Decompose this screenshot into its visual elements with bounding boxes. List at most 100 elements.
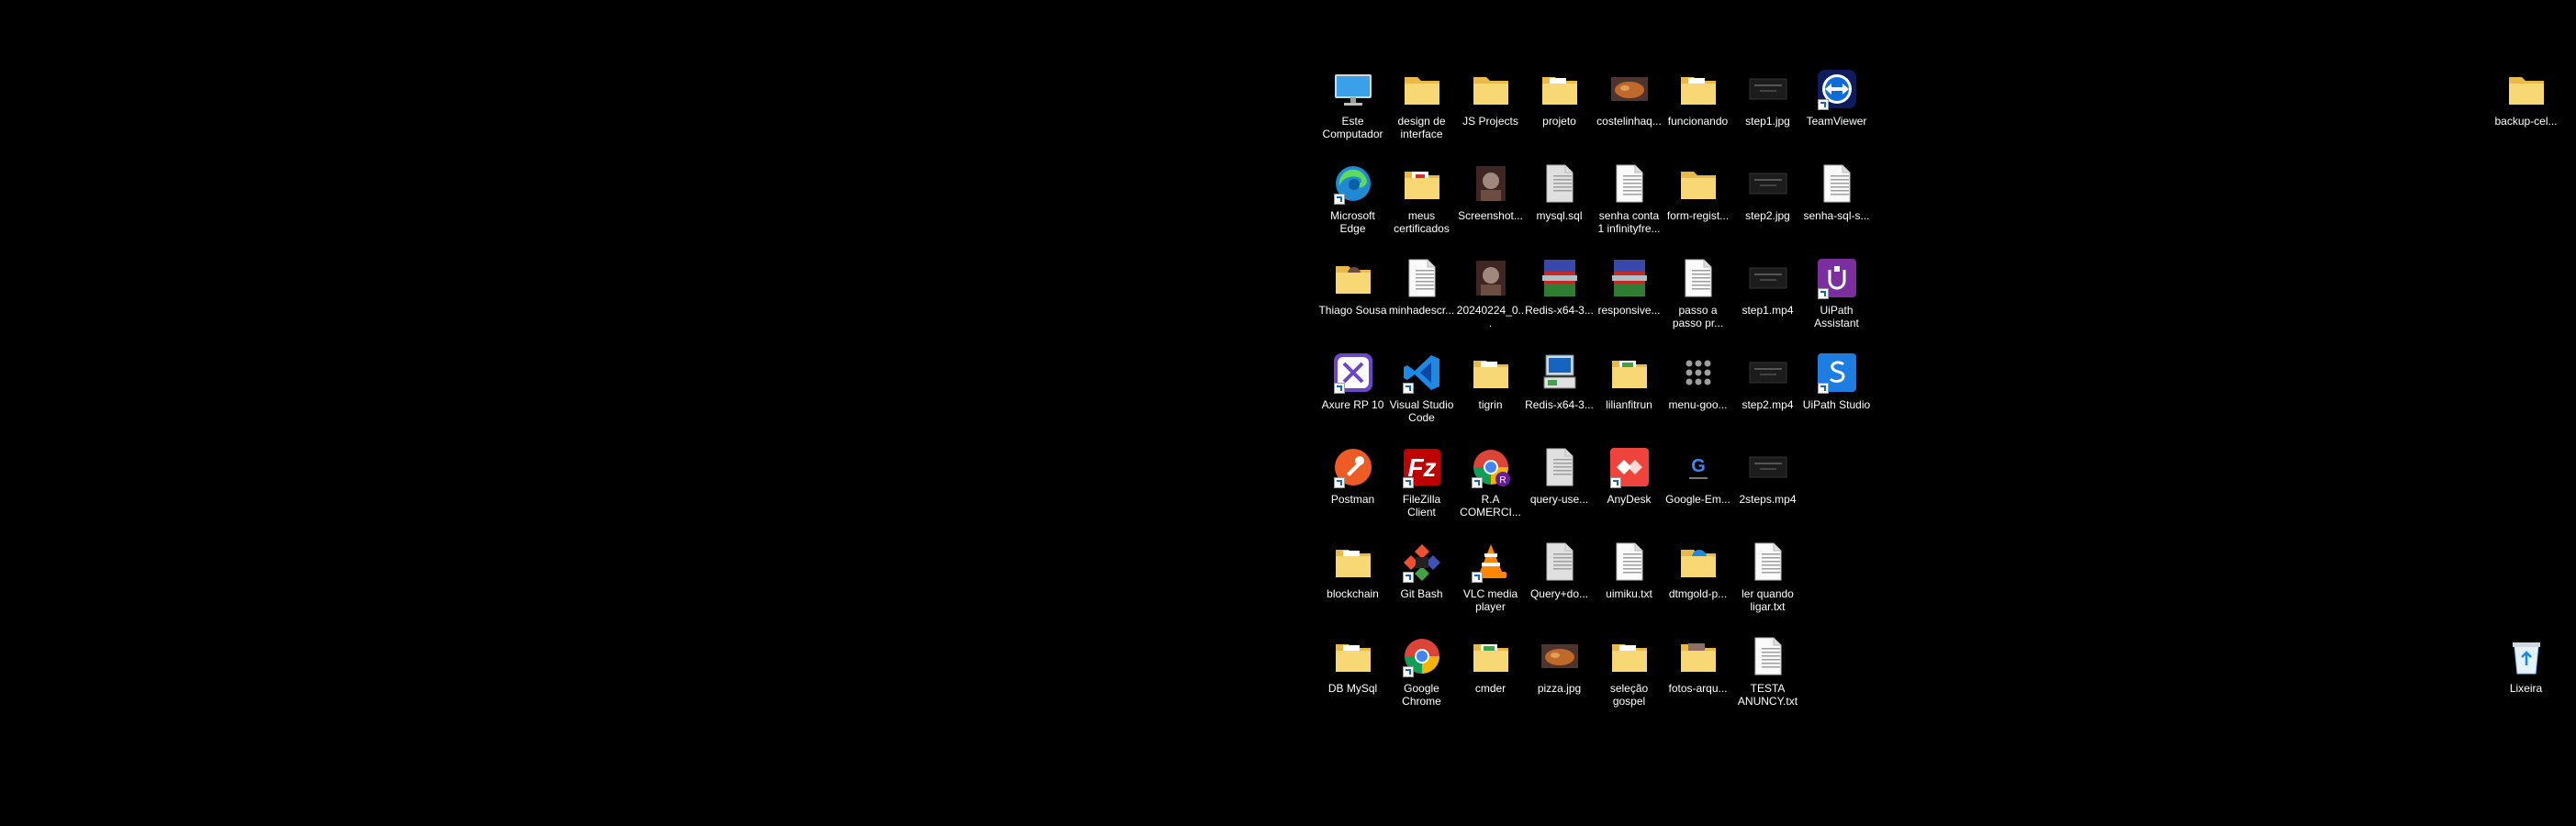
desktop-icon[interactable]: Este Computador [1318,64,1387,154]
desktop-icon[interactable]: backup-cel... [2492,64,2560,154]
desktop-icon[interactable]: Lixeira [2492,631,2560,721]
desktop-icon-label: Google-Em... [1665,493,1730,506]
desktop-icon-label: projeto [1542,115,1576,128]
desktop-icon[interactable]: form-regist... [1663,159,1732,249]
vlc-icon [1468,539,1514,585]
desktop-icon[interactable]: senha-sql-s... [1802,159,1871,249]
desktop-icon[interactable]: responsive... [1595,253,1663,343]
desktop-icon[interactable]: minhadescr... [1387,253,1456,343]
desktop-icon[interactable]: Postman [1318,442,1387,532]
desktop-icon-label: pizza.jpg [1537,682,1582,695]
desktop-icon[interactable]: Fz FileZilla Client [1387,442,1456,532]
desktop-icon[interactable]: pizza.jpg [1525,631,1594,721]
chrome-profile-icon: R [1468,444,1514,490]
desktop-icon-label: ler quando ligar.txt [1742,587,1794,613]
desktop-icon[interactable]: funcionando [1663,64,1732,154]
desktop-icon-label: Google Chrome [1402,682,1441,708]
desktop-icon[interactable]: Screenshot... [1456,159,1525,249]
desktop-icon-label: Visual Studio Code [1389,398,1454,424]
filezilla-icon: Fz [1399,444,1445,490]
git-bash-icon [1399,539,1445,585]
desktop-icon[interactable]: projeto [1525,64,1594,154]
desktop-icon[interactable]: senha conta 1 infinityfre... [1595,159,1663,249]
anydesk-icon [1607,444,1652,490]
uipath-icon [1814,255,1860,301]
desktop-icon[interactable]: step1.jpg [1733,64,1802,154]
archive-icon [1607,255,1652,301]
desktop-icon[interactable]: dtmgold-p... [1663,537,1732,627]
video-file-icon [1745,444,1791,490]
uipath-icon [1814,350,1860,396]
image-file-icon [1468,255,1514,301]
desktop-icon[interactable]: step2.mp4 [1733,348,1802,438]
text-file-icon [1745,539,1791,585]
desktop-icon[interactable]: 2steps.mp4 [1733,442,1802,532]
desktop-icon[interactable]: tigrin [1456,348,1525,438]
desktop-icon[interactable]: fotos-arqu... [1663,631,1732,721]
desktop-icon-label: senha conta 1 infinityfre... [1597,209,1661,235]
desktop-icon[interactable]: G Google-Em... [1663,442,1732,532]
svg-text:R: R [1499,475,1506,486]
desktop-icon[interactable]: seleção gospel [1595,631,1663,721]
axure-icon [1330,350,1376,396]
desktop-icon[interactable]: mysql.sql [1525,159,1594,249]
desktop-icon[interactable]: design de interface [1387,64,1456,154]
desktop-icon-label: costelinhaq... [1596,115,1662,128]
desktop-icon[interactable]: JS Projects [1456,64,1525,154]
desktop-icon[interactable]: Visual Studio Code [1387,348,1456,438]
desktop-icon-label: step2.jpg [1745,209,1790,222]
desktop-icon[interactable]: 20240224_0... [1456,253,1525,343]
folder-icon [1675,539,1721,585]
desktop-icon[interactable]: menu-goo... [1663,348,1732,438]
app-grid-icon [1675,350,1721,396]
desktop-icon[interactable]: Git Bash [1387,537,1456,627]
desktop-icon-label: VLC media player [1462,587,1518,613]
desktop-icon[interactable]: blockchain [1318,537,1387,627]
desktop-icon[interactable]: Redis-x64-3... [1525,253,1594,343]
desktop-icon-label: minhadescr... [1388,304,1455,317]
text-file-icon [1745,633,1791,679]
desktop-icon[interactable]: Redis-x64-3... [1525,348,1594,438]
desktop-icon[interactable]: TeamViewer [1802,64,1871,154]
folder-icon [1468,633,1514,679]
desktop-icon[interactable]: costelinhaq... [1595,64,1663,154]
shortcut-arrow-icon [1333,477,1345,488]
desktop-icon[interactable]: lilianfitrun [1595,348,1663,438]
desktop-icon[interactable]: uimiku.txt [1595,537,1663,627]
text-file-icon [1399,255,1445,301]
archive-icon [1537,255,1583,301]
desktop-icon-label: AnyDesk [1607,493,1652,506]
video-file-icon [1745,350,1791,396]
image-file-icon [1745,161,1791,206]
folder-icon [1537,66,1583,112]
desktop-icon[interactable]: Thiago Sousa [1318,253,1387,343]
desktop-icon[interactable]: cmder [1456,631,1525,721]
folder-icon [1675,161,1721,206]
text-file-icon [1607,161,1652,206]
desktop-icon[interactable]: meus certificados [1387,159,1456,249]
desktop-icon-label: lilianfitrun [1606,398,1652,411]
desktop-icon[interactable]: step2.jpg [1733,159,1802,249]
desktop-icon-label: backup-cel... [2494,115,2558,128]
google-file-icon: G [1675,444,1721,490]
desktop-icon[interactable]: UiPath Studio [1802,348,1871,438]
desktop-icon[interactable]: Axure RP 10 [1318,348,1387,438]
desktop-icon[interactable]: R R.A COMERCI... [1456,442,1525,532]
shortcut-arrow-icon [1609,477,1621,488]
desktop-icon[interactable]: DB MySql [1318,631,1387,721]
image-file-icon [1745,66,1791,112]
desktop-icon[interactable]: TESTA ANUNCY.txt [1733,631,1802,721]
desktop-icon[interactable]: AnyDesk [1595,442,1663,532]
desktop-icon[interactable]: Google Chrome [1387,631,1456,721]
desktop-icon[interactable]: Query+do... [1525,537,1594,627]
desktop-icon[interactable]: UiPath Assistant [1802,253,1871,343]
recycle-bin-icon [2503,633,2549,679]
desktop-icon[interactable]: query-use... [1525,442,1594,532]
desktop-icon[interactable]: Microsoft Edge [1318,159,1387,249]
desktop-icon[interactable]: VLC media player [1456,537,1525,627]
desktop-icon[interactable]: passo a passo pr... [1663,253,1732,343]
desktop-icon[interactable]: ler quando ligar.txt [1733,537,1802,627]
desktop-icon-label: dtmgold-p... [1668,587,1728,600]
desktop-icon[interactable]: step1.mp4 [1733,253,1802,343]
desktop-icon-label: Axure RP 10 [1321,398,1384,411]
